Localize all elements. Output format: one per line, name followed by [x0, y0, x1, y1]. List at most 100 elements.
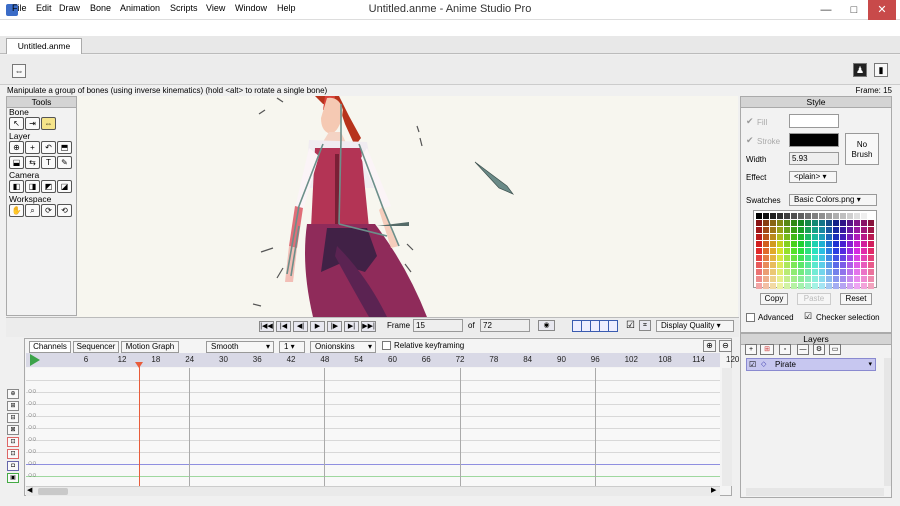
palette-swatch[interactable]	[784, 234, 790, 240]
total-frames-input[interactable]: 72	[480, 319, 530, 332]
palette-swatch[interactable]	[777, 276, 783, 282]
layer-folder-icon[interactable]: ▭	[829, 344, 841, 355]
palette-swatch[interactable]	[819, 227, 825, 233]
palette-swatch[interactable]	[840, 234, 846, 240]
color-palette[interactable]	[753, 210, 877, 289]
palette-swatch[interactable]	[819, 248, 825, 254]
palette-swatch[interactable]	[861, 248, 867, 254]
palette-swatch[interactable]	[868, 220, 874, 226]
zoom-out-icon[interactable]: ⊖	[719, 340, 732, 352]
palette-swatch[interactable]	[833, 241, 839, 247]
palette-swatch[interactable]	[791, 234, 797, 240]
palette-swatch[interactable]	[805, 241, 811, 247]
point-channel-icon[interactable]: ⊡	[7, 437, 19, 447]
keyframe[interactable]: ○○	[28, 400, 36, 407]
keyframe-step-dropdown[interactable]: 1 ▾	[279, 341, 305, 353]
palette-swatch[interactable]	[833, 220, 839, 226]
menu-window[interactable]: Window	[235, 3, 267, 13]
manipulate-bones-icon[interactable]: ⇔	[12, 64, 26, 78]
palette-swatch[interactable]	[770, 234, 776, 240]
palette-swatch[interactable]	[770, 255, 776, 261]
palette-swatch[interactable]	[826, 234, 832, 240]
palette-swatch[interactable]	[763, 220, 769, 226]
scroll-left-icon[interactable]: ◀	[27, 486, 32, 494]
palette-swatch[interactable]	[854, 248, 860, 254]
palette-swatch[interactable]	[756, 283, 762, 289]
palette-swatch[interactable]	[854, 262, 860, 268]
effect-dropdown[interactable]: <plain> ▾	[789, 171, 837, 183]
palette-swatch[interactable]	[770, 248, 776, 254]
palette-swatch[interactable]	[826, 248, 832, 254]
palette-swatch[interactable]	[763, 213, 769, 219]
palette-swatch[interactable]	[812, 220, 818, 226]
palette-swatch[interactable]	[847, 213, 853, 219]
palette-swatch[interactable]	[826, 220, 832, 226]
checkbox-icon[interactable]: ☑	[626, 320, 635, 331]
new-layer-icon[interactable]: +	[745, 344, 757, 355]
palette-swatch[interactable]	[854, 234, 860, 240]
play-icon[interactable]	[30, 354, 40, 366]
minimize-button[interactable]: —	[812, 0, 840, 20]
palette-swatch[interactable]	[812, 248, 818, 254]
palette-swatch[interactable]	[833, 255, 839, 261]
keyframe[interactable]: ○○	[28, 460, 36, 467]
palette-swatch[interactable]	[840, 262, 846, 268]
drawing-canvas[interactable]	[77, 96, 738, 317]
menu-view[interactable]: View	[206, 3, 225, 13]
palette-swatch[interactable]	[833, 227, 839, 233]
scroll-right-icon[interactable]: ▶	[711, 486, 716, 494]
menu-draw[interactable]: Draw	[59, 3, 80, 13]
palette-swatch[interactable]	[763, 269, 769, 275]
palette-swatch[interactable]	[868, 269, 874, 275]
palette-swatch[interactable]	[847, 220, 853, 226]
character-wizard-icon[interactable]: ♟	[853, 63, 867, 77]
palette-swatch[interactable]	[770, 283, 776, 289]
palette-swatch[interactable]	[763, 241, 769, 247]
tab-motion-graph[interactable]: Motion Graph	[121, 341, 179, 353]
translation-channel-icon[interactable]: ⊞	[7, 401, 19, 411]
palette-swatch[interactable]	[854, 241, 860, 247]
palette-swatch[interactable]	[756, 248, 762, 254]
palette-swatch[interactable]	[812, 234, 818, 240]
delete-layer-icon[interactable]: ▫	[779, 344, 791, 355]
interpolation-dropdown[interactable]: Smooth ▾	[206, 341, 274, 353]
palette-swatch[interactable]	[784, 262, 790, 268]
palette-swatch[interactable]	[763, 262, 769, 268]
layer-row-pirate[interactable]: ☑ ◇ Pirate ▾	[746, 358, 876, 371]
scale-channel-icon[interactable]: ⊠	[7, 425, 19, 435]
step-back-icon[interactable]: |◀	[276, 321, 291, 332]
palette-swatch[interactable]	[805, 283, 811, 289]
prev-frame-icon[interactable]: ◀|	[293, 321, 308, 332]
palette-swatch[interactable]	[819, 262, 825, 268]
library-icon[interactable]: ▮	[874, 63, 888, 77]
palette-swatch[interactable]	[784, 255, 790, 261]
timeline-ruler[interactable]	[26, 353, 720, 367]
palette-swatch[interactable]	[805, 262, 811, 268]
play-icon[interactable]: ▶	[310, 321, 325, 332]
palette-swatch[interactable]	[777, 262, 783, 268]
palette-swatch[interactable]	[854, 283, 860, 289]
swatches-dropdown[interactable]: Basic Colors.png ▾	[789, 194, 877, 206]
text-icon[interactable]: T	[41, 156, 56, 169]
keyframe[interactable]: ○○	[28, 424, 36, 431]
step-forward-icon[interactable]: ▶|	[344, 321, 359, 332]
palette-swatch[interactable]	[868, 234, 874, 240]
palette-swatch[interactable]	[847, 276, 853, 282]
manipulate-bones-icon[interactable]: ⇔	[41, 117, 56, 130]
palette-swatch[interactable]	[798, 283, 804, 289]
duplicate-layer-icon[interactable]: ⊞	[760, 344, 774, 355]
palette-swatch[interactable]	[784, 220, 790, 226]
palette-swatch[interactable]	[791, 220, 797, 226]
palette-swatch[interactable]	[819, 276, 825, 282]
camera-roll-icon[interactable]: ◩	[41, 180, 56, 193]
rotation-channel-icon[interactable]: ⊟	[7, 413, 19, 423]
palette-swatch[interactable]	[770, 269, 776, 275]
close-button[interactable]: ✕	[868, 0, 896, 20]
palette-swatch[interactable]	[805, 213, 811, 219]
frame-input[interactable]: 15	[413, 319, 463, 332]
palette-swatch[interactable]	[833, 283, 839, 289]
palette-swatch[interactable]	[791, 227, 797, 233]
zoom-icon[interactable]: ⌕	[25, 204, 40, 217]
palette-swatch[interactable]	[777, 234, 783, 240]
bone-channel-icon[interactable]: ⊕	[7, 389, 19, 399]
